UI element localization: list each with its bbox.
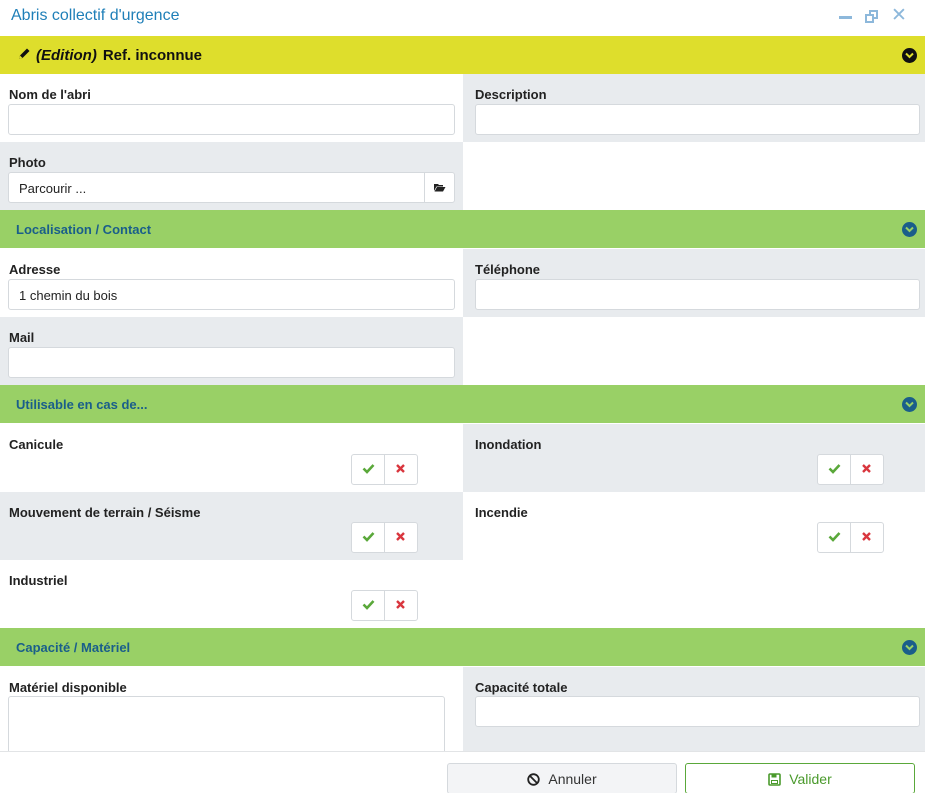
mail-label: Mail (9, 330, 35, 345)
yes-button[interactable] (352, 591, 385, 620)
yes-button[interactable] (818, 455, 851, 484)
nom-label: Nom de l'abri (9, 87, 91, 102)
adresse-field-group: Adresse 1 chemin du bois (0, 249, 463, 317)
mouvement-toggle (351, 522, 418, 553)
inondation-toggle (817, 454, 884, 485)
edition-header[interactable]: (Edition) Ref. inconnue (0, 36, 925, 74)
floppy-disk-icon (768, 771, 789, 787)
description-field-group: Description (463, 74, 925, 142)
mail-field-group: Mail (0, 317, 463, 385)
inondation-field-group: Inondation (463, 424, 925, 492)
ref-label: Ref. inconnue (102, 47, 202, 64)
capacite-input[interactable] (475, 696, 920, 727)
localisation-section-header[interactable]: Localisation / Contact (0, 210, 925, 248)
adresse-label: Adresse (9, 262, 61, 277)
photo-field-group: Photo Parcourir ... (0, 142, 463, 210)
capacite-label: Capacité totale (475, 680, 568, 695)
ban-icon (527, 771, 548, 787)
no-button[interactable] (851, 455, 884, 484)
mail-input[interactable] (8, 347, 455, 378)
restore-icon[interactable] (864, 9, 880, 25)
incendie-toggle (817, 522, 884, 553)
validate-button-label: Valider (789, 771, 832, 787)
nom-field-group: Nom de l'abri (0, 74, 463, 142)
description-label: Description (475, 87, 547, 102)
canicule-field-group: Canicule (0, 424, 463, 492)
empty-cell (463, 560, 925, 628)
incendie-label: Incendie (475, 505, 528, 520)
minimize-icon[interactable] (838, 9, 854, 25)
chevron-down-icon[interactable] (902, 640, 917, 655)
nom-input[interactable] (8, 104, 455, 135)
yes-button[interactable] (818, 523, 851, 552)
utilisable-section-header[interactable]: Utilisable en cas de... (0, 385, 925, 423)
no-button[interactable] (385, 455, 418, 484)
empty-cell (463, 142, 925, 210)
mouvement-field-group: Mouvement de terrain / Séisme (0, 492, 463, 560)
mouvement-label: Mouvement de terrain / Séisme (9, 505, 201, 520)
window-title: Abris collectif d'urgence (11, 7, 180, 24)
chevron-down-icon[interactable] (902, 222, 917, 237)
telephone-label: Téléphone (475, 262, 541, 277)
adresse-input[interactable]: 1 chemin du bois (8, 279, 455, 310)
description-input[interactable] (475, 104, 920, 135)
telephone-input[interactable] (475, 279, 920, 310)
incendie-field-group: Incendie (463, 492, 925, 560)
chevron-down-icon[interactable] (902, 397, 917, 412)
inondation-label: Inondation (475, 437, 542, 452)
chevron-down-icon[interactable] (902, 48, 917, 63)
dialog-footer: Annuler Valider (0, 751, 925, 793)
yes-button[interactable] (352, 455, 385, 484)
industriel-field-group: Industriel (0, 560, 463, 628)
cancel-button[interactable]: Annuler (447, 763, 677, 793)
localisation-section-title: Localisation / Contact (16, 222, 152, 237)
edition-title: (Edition) Ref. inconnue (18, 47, 202, 64)
browse-button[interactable] (424, 172, 455, 203)
edition-label: (Edition) (36, 47, 97, 64)
close-icon[interactable]: ✕ (891, 6, 907, 25)
canicule-label: Canicule (9, 437, 64, 452)
utilisable-section-title: Utilisable en cas de... (16, 397, 148, 412)
telephone-field-group: Téléphone (463, 249, 925, 317)
capacite-field-group: Capacité totale (463, 667, 925, 751)
capacite-section-header[interactable]: Capacité / Matériel (0, 628, 925, 666)
window-titlebar: Abris collectif d'urgence ✕ (0, 0, 925, 36)
cancel-button-label: Annuler (548, 771, 597, 787)
yes-button[interactable] (352, 523, 385, 552)
industriel-label: Industriel (9, 573, 68, 588)
no-button[interactable] (385, 591, 418, 620)
validate-button[interactable]: Valider (685, 763, 915, 793)
photo-file-input[interactable]: Parcourir ... (8, 172, 425, 203)
industriel-toggle (351, 590, 418, 621)
photo-label: Photo (9, 155, 46, 170)
canicule-toggle (351, 454, 418, 485)
no-button[interactable] (385, 523, 418, 552)
materiel-field-group: Matériel disponible (0, 667, 463, 751)
capacite-section-title: Capacité / Matériel (16, 640, 131, 655)
no-button[interactable] (851, 523, 884, 552)
pencil-icon (18, 47, 31, 64)
empty-cell (463, 317, 925, 385)
materiel-label: Matériel disponible (9, 680, 127, 695)
materiel-textarea[interactable] (8, 696, 445, 751)
